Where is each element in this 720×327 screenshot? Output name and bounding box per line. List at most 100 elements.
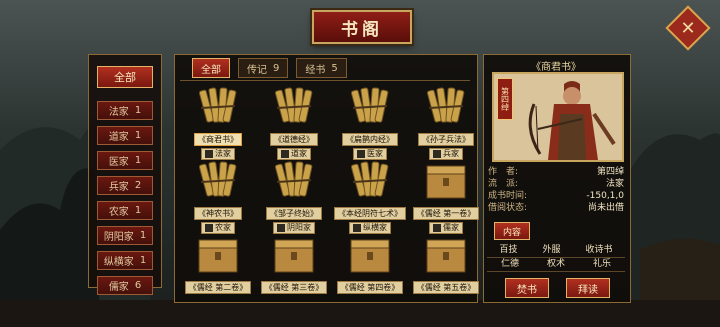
effect-cell: 收诗书 [585,245,613,255]
school-count: 1 [134,130,142,141]
chest-icon [347,232,393,280]
effects-table: 百技 外服 收诗书 仁德 权术 礼乐 [487,244,625,272]
book-item[interactable]: 《儒经 第二卷》 [182,232,254,308]
chest-icon [195,232,241,280]
info-key: 流 派: [488,179,519,189]
category-tabs: 全部 传记 9 经书 5 [192,58,347,78]
info-value: -150,1,0 [586,191,624,201]
school-filter-item[interactable]: 道家 1 [97,126,153,145]
book-item[interactable]: 《道德经》 道家 [258,84,330,160]
effects-row: 百技 外服 收诗书 [487,244,625,258]
effect-cell: 外服 [542,245,561,255]
book-title: 《儒经 第五卷》 [412,281,480,294]
info-row: 作 者: 第四绰 [488,166,624,178]
school-icon [433,224,441,232]
effect-cell: 礼乐 [592,259,611,269]
book-item[interactable]: 《商君书》 法家 [182,84,254,160]
school-count: 2 [134,180,142,191]
school-icon [205,150,213,158]
tab-count: 5 [331,62,338,74]
school-count: 1 [139,255,147,266]
info-key: 成书时间: [488,191,528,201]
book-title: 《扁鹊内经》 [342,133,398,146]
chest-icon [271,232,317,280]
school-filter-item[interactable]: 医家 1 [97,151,153,170]
school-count: 6 [134,280,142,291]
school-icon [277,224,285,232]
tab-classics[interactable]: 经书 5 [296,58,347,78]
tab-all[interactable]: 全部 [192,58,230,78]
school-filter-item[interactable]: 农家 1 [97,201,153,220]
bamboo-scroll-icon [347,158,393,206]
school-name: 道家 [108,132,129,143]
book-item[interactable]: 《儒经 第一卷》 儒家 [410,158,482,234]
bamboo-scroll-icon [347,84,393,132]
school-icon [205,224,213,232]
book-item[interactable]: 《神农书》 农家 [182,158,254,234]
burn-book-button[interactable]: 焚书 [505,278,549,298]
school-name: 兵家 [108,182,129,193]
school-name: 法家 [108,107,129,118]
tab-label: 经书 [305,64,326,76]
school-filter-item[interactable]: 纵横家 1 [97,251,153,270]
info-value: 法家 [605,179,624,189]
book-item[interactable]: 《儒经 第五卷》 [410,232,482,308]
school-name: 医家 [108,157,129,168]
read-book-button[interactable]: 拜读 [566,278,610,298]
bamboo-scroll-icon [271,158,317,206]
book-item[interactable]: 《邹子终始》 阴阳家 [258,158,330,234]
detail-title: 《商君书》 [531,62,581,73]
info-key: 作 者: [488,167,519,177]
school-count: 1 [134,155,142,166]
book-item[interactable]: 《本经阴符七术》 纵横家 [334,158,406,234]
school-count: 1 [134,105,142,116]
chest-icon [423,158,469,206]
close-icon: ✕ [680,17,696,39]
book-title: 《本经阴符七术》 [334,207,406,220]
info-key: 借阅状态: [488,203,528,213]
book-item[interactable]: 《孙子兵法》 兵家 [410,84,482,160]
book-title: 《商君书》 [194,133,242,146]
school-name: 阴阳家 [103,232,134,243]
effect-cell: 仁德 [500,259,519,269]
effect-cell: 百技 [499,245,518,255]
book-title: 《道德经》 [270,133,318,146]
book-item[interactable]: 《儒经 第三卷》 [258,232,330,308]
school-filter-item[interactable]: 阴阳家 1 [97,226,153,245]
book-item[interactable]: 《扁鹊内经》 医家 [334,84,406,160]
school-filter-item[interactable]: 法家 1 [97,101,153,120]
content-button[interactable]: 内容 [494,222,530,240]
school-filter-item[interactable]: 兵家 2 [97,176,153,195]
book-title: 《儒经 第四卷》 [336,281,404,294]
school-icon [357,150,365,158]
book-title: 《儒经 第三卷》 [260,281,328,294]
bamboo-scroll-icon [195,84,241,132]
bamboo-scroll-icon [195,158,241,206]
book-item[interactable]: 《儒经 第四卷》 [334,232,406,308]
effect-cell: 权术 [546,259,565,269]
tab-label: 传记 [247,64,267,76]
school-icon [353,224,361,232]
school-filter-item[interactable]: 儒家 6 [97,276,153,295]
close-button[interactable]: ✕ [665,5,711,51]
tab-biography[interactable]: 传记 9 [238,58,289,78]
info-value: 第四绰 [596,167,624,177]
divider [180,80,470,81]
info-row: 借阅状态: 尚未出借 [488,202,624,214]
tab-count: 9 [273,62,280,74]
book-title: 《儒经 第二卷》 [184,281,252,294]
school-list: 法家 1 道家 1 医家 1 兵家 2 农家 1 阴阳家 1 纵横家 1 儒家 6 [97,101,153,301]
rank-badge: 第四绰 [497,78,513,120]
info-value: 尚未出借 [587,203,624,213]
school-count: 1 [139,230,147,241]
tab-label: 全部 [201,64,221,76]
effects-row: 仁德 权术 礼乐 [487,258,625,272]
book-title: 《孙子兵法》 [418,133,474,146]
bamboo-scroll-icon [271,84,317,132]
school-name: 农家 [108,207,129,218]
filter-all-button[interactable]: 全部 [97,66,153,88]
school-name: 纵横家 [103,257,134,268]
bamboo-scroll-icon [423,84,469,132]
info-row: 流 派: 法家 [488,178,624,190]
book-info: 作 者: 第四绰 流 派: 法家 成书时间: -150,1,0 借阅状态: 尚未出借 [488,166,624,214]
